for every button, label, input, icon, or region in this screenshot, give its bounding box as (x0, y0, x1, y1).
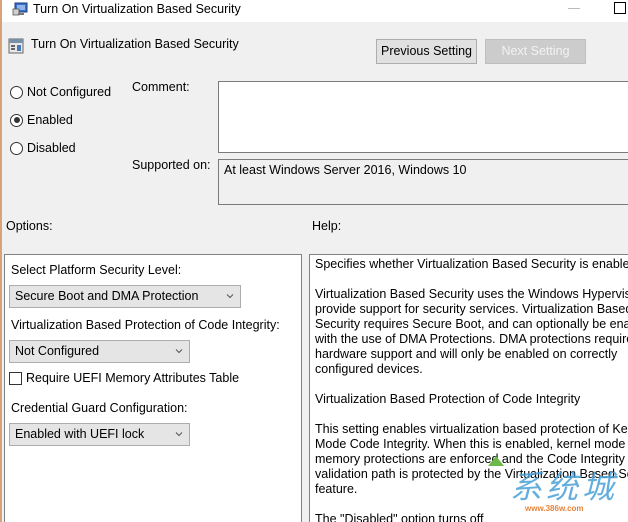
radio-button[interactable] (10, 141, 23, 155)
chevron-down-icon (226, 294, 234, 299)
select-value: Not Configured (15, 344, 100, 358)
credential-guard-select[interactable]: Enabled with UEFI lock (9, 423, 190, 446)
policy-title: Turn On Virtualization Based Security (31, 37, 239, 51)
radio-label: Not Configured (27, 85, 112, 99)
comment-label: Comment: (132, 80, 190, 94)
uefi-memory-checkbox-row[interactable]: Require UEFI Memory Attributes Table (9, 371, 239, 385)
options-heading: Options: (6, 219, 53, 233)
help-heading: Help: (312, 219, 342, 233)
previous-setting-button[interactable]: Previous Setting (376, 39, 477, 64)
next-setting-button[interactable]: Next Setting (485, 39, 586, 64)
select-value: Secure Boot and DMA Protection (15, 289, 199, 303)
platform-security-label: Select Platform Security Level: (11, 263, 182, 277)
maximize-button[interactable] (612, 0, 628, 16)
uefi-memory-checkbox[interactable] (9, 371, 22, 385)
window-title: Turn On Virtualization Based Security (33, 2, 241, 16)
radio-button[interactable] (10, 113, 23, 127)
title-bar: Turn On Virtualization Based Security (2, 0, 628, 22)
supported-on-label: Supported on: (132, 158, 211, 172)
help-paragraph: This setting enables virtualization base… (315, 422, 628, 496)
chevron-down-icon (175, 349, 183, 354)
help-paragraph: Virtualization Based Protection of Code … (315, 392, 581, 406)
minimize-button[interactable] (565, 4, 583, 16)
radio-not-configured[interactable]: Not Configured (10, 84, 111, 100)
code-integrity-select[interactable]: Not Configured (9, 340, 190, 363)
help-paragraph: Virtualization Based Security uses the W… (315, 287, 628, 376)
radio-disabled[interactable]: Disabled (10, 140, 76, 156)
radio-enabled[interactable]: Enabled (10, 112, 73, 128)
window-border (0, 0, 2, 522)
credential-guard-label: Credential Guard Configuration: (11, 401, 188, 415)
options-panel: Select Platform Security Level: Secure B… (4, 254, 302, 522)
radio-label: Enabled (27, 113, 73, 127)
policy-setting-icon (8, 38, 24, 54)
help-paragraph: Specifies whether Virtualization Based S… (315, 257, 628, 271)
comment-input[interactable] (218, 81, 628, 153)
platform-security-select[interactable]: Secure Boot and DMA Protection (9, 285, 241, 308)
radio-label: Disabled (27, 141, 76, 155)
help-paragraph: The "Disabled" option turns off (315, 512, 484, 522)
supported-on-field: At least Windows Server 2016, Windows 10 (218, 159, 628, 205)
help-text-panel: Specifies whether Virtualization Based S… (309, 254, 628, 522)
select-value: Enabled with UEFI lock (15, 427, 145, 441)
radio-button[interactable] (10, 85, 23, 99)
chevron-down-icon (175, 432, 183, 437)
group-policy-window-icon (12, 2, 28, 16)
checkbox-label: Require UEFI Memory Attributes Table (26, 371, 240, 385)
code-integrity-label: Virtualization Based Protection of Code … (11, 318, 280, 332)
